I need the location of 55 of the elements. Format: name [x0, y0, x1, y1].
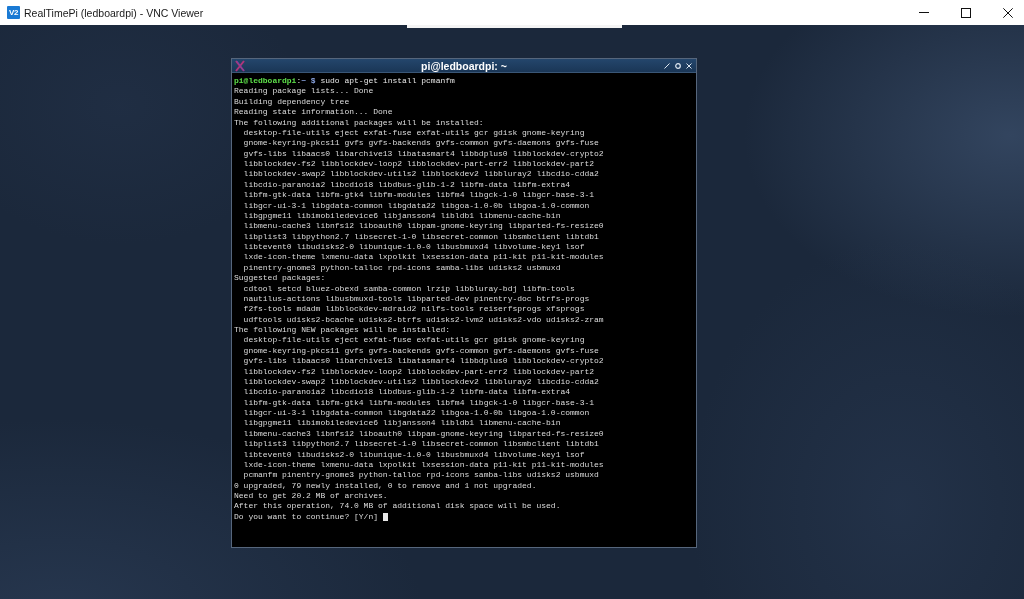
package-list-line: libfm-gtk-data libfm-gtk4 libfm-modules libfm4 libgck-1-0 libgcr-base-3-1 [243, 190, 595, 201]
package-list-line: gnome-keyring-pkcs11 gvfs gvfs-backends gvfs-common gvfs-daemons gvfs-fuse [243, 138, 599, 149]
package-list-line: desktop-file-utils eject exfat-fuse exfat-utils gcr gdisk gnome-keyring [243, 127, 585, 139]
continue-question: Do you want to continue? [Y/n] [234, 511, 379, 523]
close-icon[interactable] [1003, 7, 1013, 18]
package-list-line: pinentry-gnome3 python-talloc rpd-icons samba-libs udisks2 usbmuxd [243, 262, 561, 274]
package-list-line: libfm-gtk-data libfm-gtk4 libfm-modules libfm4 libgck-1-0 libgcr-base-3-1 [243, 397, 595, 408]
output-line: The following NEW packages will be installed: [234, 325, 451, 336]
package-list-line: libplist3 libpython2.7 libsecret-1-0 libsecret-common libsmbclient libtdb1 [243, 439, 599, 450]
output-line: Reading state information... Done [234, 107, 393, 118]
x-logo-icon [235, 59, 245, 72]
package-list-line: nautilus-actions libusbmuxd-tools libparted-dev pinentry-doc btrfs-progs [243, 293, 590, 305]
package-list-line: libgpgme11 libimobiledevice6 libjansson4 libldb1 libmenu-cache-bin [243, 210, 561, 222]
package-list-line: gnome-keyring-pkcs11 gvfs gvfs-backends gvfs-common gvfs-daemons gvfs-fuse [243, 345, 599, 357]
package-list-line: libgcr-ui-3-1 libgdata-common libgdata22 libgoa-1.0-0b libgoa-1.0-common [243, 200, 590, 211]
package-list-line: libmenu-cache3 libnfs12 liboauth0 libpam-gnome-keyring libparted-fs-resize0 [243, 221, 604, 232]
package-list-line: libgpgme11 libimobiledevice6 libjansson4 libldb1 libmenu-cache-bin [243, 418, 561, 429]
package-list-line: libblockdev-swap2 libblockdev-utils2 libblockdev2 libbluray2 libcdio-cdda2 [243, 169, 599, 180]
output-line: The following additional packages will be installed: [234, 117, 484, 128]
prompt-user-host: pi@ledboardpi [234, 76, 297, 87]
package-list-line: libblockdev-swap2 libblockdev-utils2 libblockdev2 libbluray2 libcdio-cdda2 [243, 376, 599, 388]
maximize-icon[interactable] [961, 7, 971, 18]
package-list-line: lxde-icon-theme lxmenu-data lxpolkit lxsession-data p11-kit p11-kit-modules [243, 252, 604, 263]
output-line: Suggested packages: [234, 273, 326, 284]
prompt-separator: : [296, 76, 302, 87]
package-list-line: libplist3 libpython2.7 libsecret-1-0 libsecret-common libsmbclient libtdb1 [243, 231, 599, 242]
output-line: Building dependency tree [234, 96, 350, 108]
window-title: RealTimePi (ledboardpi) - VNC Viewer [24, 6, 204, 19]
app-logo: V2 [7, 6, 20, 19]
package-list-line: f2fs-tools mdadm libblockdev-mdraid2 nilfs-tools reiserfsprogs xfsprogs [243, 304, 585, 315]
package-list-line: libtevent0 libudisks2-0 libunique-1.0-0 libusbmuxd4 libvolume-key1 lsof [243, 242, 585, 253]
prompt-path: ~ [301, 76, 307, 87]
package-list-line: pcmanfm pinentry-gnome3 python-talloc rpd-icons samba-libs udisks2 usbmuxd [243, 470, 599, 481]
output-line: After this operation, 74.0 MB of additional disk space will be used. [234, 501, 561, 512]
package-list-line: desktop-file-utils eject exfat-fuse exfat-utils gcr gdisk gnome-keyring [243, 335, 585, 346]
command-text: sudo apt-get install pcmanfm [320, 76, 455, 87]
package-list-line: libblockdev-fs2 libblockdev-loop2 libblockdev-part-err2 libblockdev-part2 [243, 366, 595, 377]
package-list-line: libmenu-cache3 libnfs12 liboauth0 libpam-gnome-keyring libparted-fs-resize0 [243, 428, 604, 440]
output-line: Need to get 20.2 MB of archives. [234, 491, 388, 502]
package-list-line: libgcr-ui-3-1 libgdata-common libgdata22 libgoa-1.0-0b libgoa-1.0-common [243, 408, 590, 419]
package-list-line: libcdio-paranoia2 libcdio18 libdbus-glib-1-2 libfm-data libfm-extra4 [243, 387, 571, 398]
package-list-line: libcdio-paranoia2 libcdio18 libdbus-glib-1-2 libfm-data libfm-extra4 [243, 179, 571, 191]
package-list-line: libblockdev-fs2 libblockdev-loop2 libblockdev-part-err2 libblockdev-part2 [243, 159, 595, 170]
slash-icon[interactable] [664, 62, 670, 69]
prompt-symbol: $ [310, 76, 316, 87]
output-line: 0 upgraded, 79 newly installed, 0 to remove and 1 not upgraded. [234, 480, 537, 491]
package-list-line: libtevent0 libudisks2-0 libunique-1.0-0 libusbmuxd4 libvolume-key1 lsof [243, 449, 585, 460]
package-list-line: gvfs-libs libaacs0 libarchive13 libatasmart4 libbdplus0 libblockdev-crypto2 [243, 148, 604, 159]
package-list-line: udftools udisks2-bcache udisks2-btrfs udisks2-lvm2 udisks2-vdo udisks2-zram [243, 314, 604, 325]
package-list-line: gvfs-libs libaacs0 libarchive13 libatasmart4 libbdplus0 libblockdev-crypto2 [243, 356, 604, 367]
package-list-line: cdtool setcd bluez-obexd samba-common lrzip libbluray-bdj libfm-tools [243, 283, 575, 294]
package-list-line: lxde-icon-theme lxmenu-data lxpolkit lxsession-data p11-kit p11-kit-modules [243, 459, 604, 471]
terminal-title: pi@ledboardpi: ~ [421, 59, 507, 72]
circle-icon[interactable] [675, 62, 681, 69]
output-line: Reading package lists... Done [234, 86, 374, 97]
